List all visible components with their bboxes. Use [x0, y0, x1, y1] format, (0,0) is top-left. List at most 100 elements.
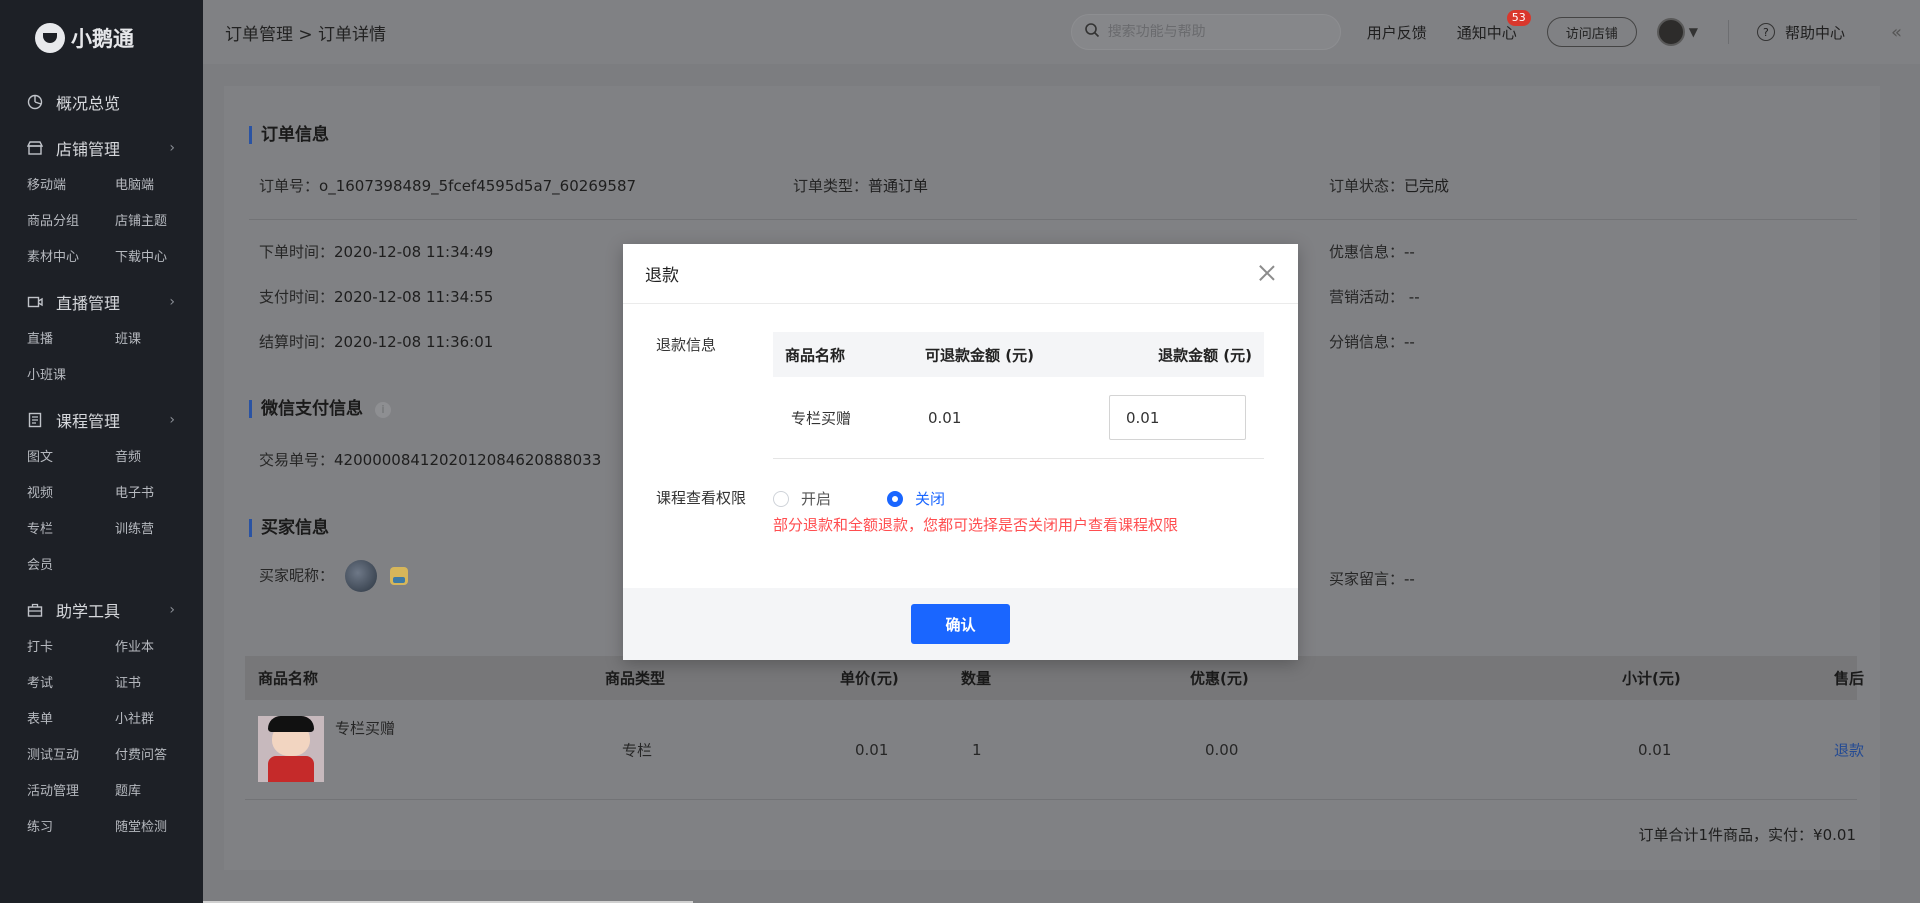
settled-time: 结算时间：2020-12-08 11:36:01: [259, 333, 494, 351]
sidebar-subitem[interactable]: 商品分组: [27, 204, 115, 240]
sidebar-subitem[interactable]: 付费问答: [115, 738, 203, 774]
sidebar-subitem[interactable]: 专栏: [27, 512, 115, 548]
transaction-no: 交易单号：4200000841202012084620888033: [259, 451, 602, 469]
radio-label: 开启: [801, 490, 832, 508]
sidebar-section-title: 直播管理: [56, 294, 121, 313]
sidebar-subitem[interactable]: 图文: [27, 440, 115, 476]
product-name: 专栏买赠: [335, 719, 396, 738]
divider: [1727, 20, 1729, 44]
chevron-right-icon: ›: [169, 294, 175, 310]
radio-close[interactable]: 关闭: [887, 488, 945, 509]
dialog-header: 退款: [623, 244, 1298, 304]
sidebar-subitem[interactable]: 音频: [115, 440, 203, 476]
table-row: 专栏买赠 0.01: [773, 377, 1264, 459]
radio-circle: [773, 490, 789, 507]
store-icon: [26, 139, 44, 157]
sidebar-subitems-live: 直播 班课 小班课: [0, 322, 203, 394]
collapse-icon[interactable]: «: [1891, 22, 1902, 43]
sidebar-section-course[interactable]: 课程管理 ›: [0, 400, 203, 440]
permission-warning: 部分退款和全额退款，您都可选择是否关闭用户查看课程权限: [773, 516, 1179, 534]
sidebar-subitem[interactable]: 素材中心: [27, 240, 115, 276]
col-header: 商品类型: [605, 669, 666, 688]
avatar[interactable]: [1656, 18, 1685, 46]
logo-icon: [35, 23, 65, 53]
topbar-actions: 用户反馈 通知中心 53 访问店铺 ▼ ? 帮助中心 «: [1070, 0, 1920, 64]
info-icon[interactable]: i: [375, 402, 391, 418]
sidebar-subitem[interactable]: 小班课: [27, 358, 115, 394]
buyer-avatar: [344, 560, 377, 592]
radio-open[interactable]: 开启: [773, 488, 831, 509]
sidebar-subitem[interactable]: 测试互动: [27, 738, 115, 774]
search-input[interactable]: [1107, 24, 1308, 40]
sidebar-subitem[interactable]: 小社群: [115, 702, 203, 738]
col-header: 优惠(元): [1190, 669, 1249, 688]
subtotal: 0.01: [1638, 740, 1672, 759]
topbar: 订单管理 > 订单详情 用户反馈 通知中心 53 访问店铺 ▼ ? 帮助中心 «: [203, 0, 1920, 64]
radio-circle-checked: [887, 490, 904, 507]
col-header: 数量: [961, 669, 992, 688]
feedback-link[interactable]: 用户反馈: [1367, 22, 1427, 43]
sidebar-subitem[interactable]: 随堂检测: [115, 810, 203, 846]
sidebar-subitem[interactable]: 训练营: [115, 512, 203, 548]
sidebar-subitem[interactable]: 打卡: [27, 630, 115, 666]
divider: [249, 219, 1857, 220]
sidebar-subitem[interactable]: 电子书: [115, 476, 203, 512]
sidebar-subitem[interactable]: 表单: [27, 702, 115, 738]
sidebar-subitem[interactable]: 练习: [27, 810, 115, 846]
search-box[interactable]: [1070, 14, 1341, 50]
chevron-right-icon: ›: [169, 602, 175, 618]
sidebar-subitem[interactable]: 直播: [27, 322, 115, 358]
sidebar-subitem[interactable]: 电脑端: [115, 168, 203, 204]
sidebar-subitem[interactable]: 证书: [115, 666, 203, 702]
sidebar-subitem[interactable]: 移动端: [27, 168, 115, 204]
notification-center-link[interactable]: 通知中心 53: [1456, 9, 1531, 43]
sidebar-item-overview[interactable]: 概况总览: [0, 82, 203, 122]
chevron-right-icon: ›: [169, 412, 175, 428]
buyer-badge-icon: [389, 567, 408, 585]
refund-dialog: 退款 退款信息 商品名称 可退款金额 (元) 退款金额 (元) 专栏买赠 0.0…: [623, 244, 1298, 660]
sidebar-subitem[interactable]: 会员: [27, 548, 115, 584]
refund-link[interactable]: 退款: [1834, 739, 1864, 760]
col-header: 商品名称: [258, 669, 319, 688]
sidebar-section-store[interactable]: 店铺管理 ›: [0, 128, 203, 168]
course-icon: [26, 411, 44, 429]
refund-amount-input[interactable]: [1109, 395, 1246, 440]
created-time: 下单时间：2020-12-08 11:34:49: [259, 243, 494, 261]
sidebar-section-tools[interactable]: 助学工具 ›: [0, 590, 203, 630]
breadcrumb: 订单管理 > 订单详情: [225, 24, 387, 45]
buyer-message: 买家留言：--: [1329, 570, 1415, 588]
help-center-link[interactable]: ? 帮助中心: [1756, 22, 1845, 43]
sidebar-subitem[interactable]: 作业本: [115, 630, 203, 666]
goods-table-header: 商品名称 商品类型 单价(元) 数量 优惠(元) 小计(元) 售后: [245, 656, 1864, 700]
unit-price: 0.01: [855, 740, 889, 759]
sidebar-subitem[interactable]: 下载中心: [115, 240, 203, 276]
close-icon[interactable]: [1256, 262, 1278, 284]
sidebar-subitem[interactable]: 活动管理: [27, 774, 115, 810]
product-type: 专栏: [622, 741, 653, 759]
sidebar-subitem[interactable]: 考试: [27, 666, 115, 702]
table-row: 专栏买赠 专栏 0.01 1 0.00 0.01 退款: [245, 700, 1864, 800]
sidebar-subitem[interactable]: 班课: [115, 322, 203, 358]
order-info-title: 订单信息: [249, 126, 329, 144]
buyer-nickname: 买家昵称：: [259, 560, 408, 592]
sidebar-subitem[interactable]: 题库: [115, 774, 203, 810]
sidebar-subitems-tools: 打卡 作业本 考试 证书 表单 小社群 测试互动 付费问答 活动管理 题库 练习…: [0, 630, 203, 846]
quantity: 1: [972, 740, 982, 759]
sidebar-subitem[interactable]: 店铺主题: [115, 204, 203, 240]
sidebar: 小鹅通 概况总览 店铺管理 › 移动端 电脑端 商品分组 店铺主题 素材中心 下…: [0, 0, 203, 903]
notification-label: 通知中心: [1456, 23, 1517, 42]
sidebar-subitems-course: 图文 音频 视频 电子书 专栏 训练营 会员: [0, 440, 203, 584]
visit-store-button[interactable]: 访问店铺: [1546, 17, 1637, 47]
question-icon: ?: [1756, 23, 1775, 41]
caret-down-icon[interactable]: ▼: [1689, 25, 1698, 39]
sidebar-section-live[interactable]: 直播管理 ›: [0, 282, 203, 322]
order-type: 订单类型：普通订单: [793, 177, 929, 195]
confirm-button[interactable]: 确认: [911, 604, 1010, 644]
logo[interactable]: 小鹅通: [0, 0, 203, 76]
discount: 0.00: [1205, 740, 1239, 759]
sidebar-subitem[interactable]: 视频: [27, 476, 115, 512]
col-header: 单价(元): [840, 669, 899, 688]
radio-label: 关闭: [915, 490, 946, 508]
col-header: 退款金额 (元): [1158, 346, 1252, 364]
pie-chart-icon: [26, 93, 44, 111]
